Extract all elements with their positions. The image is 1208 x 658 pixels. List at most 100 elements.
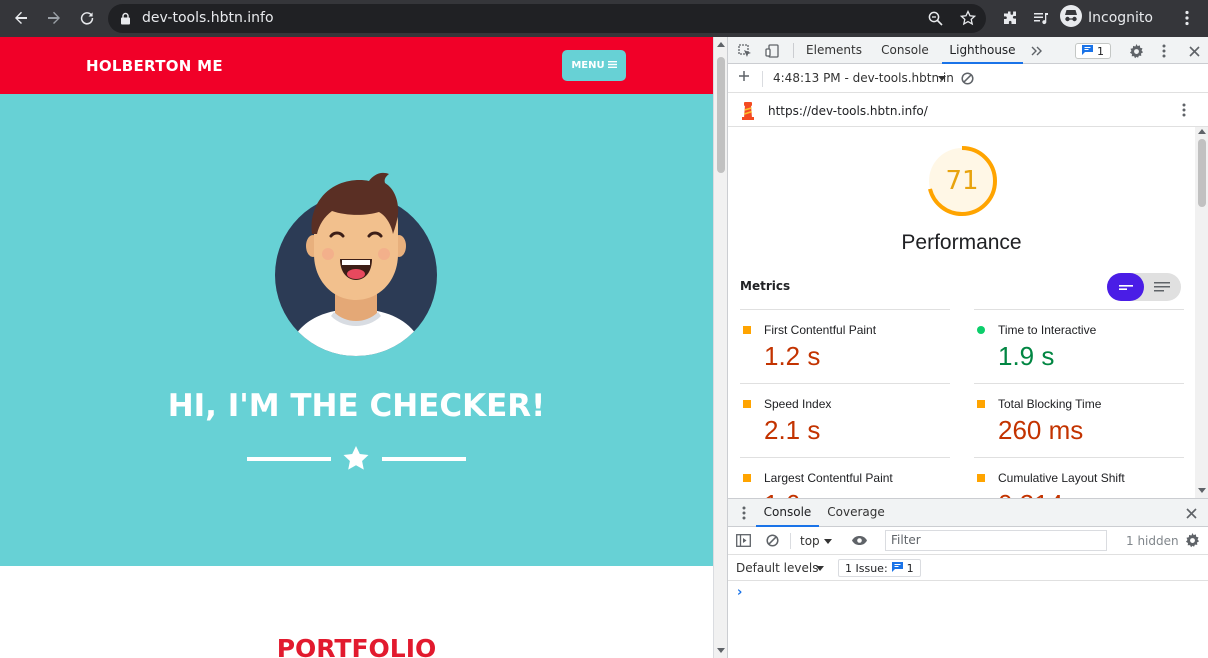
dropdown-arrow-icon[interactable] bbox=[824, 539, 832, 544]
metric-cumulative-layout-shift: Cumulative Layout Shift 0.214 bbox=[974, 457, 1184, 498]
drawer-tab-coverage[interactable]: Coverage bbox=[821, 499, 891, 527]
metric-value: 1.6 s bbox=[764, 489, 820, 498]
scroll-up-icon[interactable] bbox=[1198, 129, 1206, 134]
console-prompt[interactable]: › bbox=[737, 585, 742, 600]
more-tabs-icon[interactable] bbox=[1027, 41, 1047, 61]
incognito-icon bbox=[1060, 5, 1082, 31]
performance-label: Performance bbox=[901, 231, 1022, 254]
drawer-menu-icon[interactable] bbox=[742, 506, 746, 523]
close-devtools-icon[interactable] bbox=[1184, 41, 1204, 61]
issues-count: 1 bbox=[906, 561, 914, 575]
incognito-label: Incognito bbox=[1088, 10, 1153, 26]
report-menu-icon[interactable] bbox=[1182, 103, 1186, 120]
clear-console-icon[interactable] bbox=[766, 534, 779, 550]
device-toolbar-icon[interactable] bbox=[762, 41, 782, 61]
metric-value: 1.2 s bbox=[764, 341, 821, 371]
dropdown-arrow-icon[interactable] bbox=[816, 566, 824, 571]
default-levels-select[interactable]: Default levels bbox=[736, 561, 818, 575]
console-filter-input[interactable]: Filter bbox=[885, 530, 1107, 551]
report-scrollbar[interactable] bbox=[1195, 127, 1208, 498]
tab-console[interactable]: Console bbox=[874, 37, 936, 64]
address-bar[interactable]: dev-tools.hbtn.info bbox=[108, 4, 986, 33]
lock-icon bbox=[120, 12, 131, 30]
issues-badge[interactable]: 1 bbox=[1075, 43, 1111, 59]
new-report-icon[interactable] bbox=[738, 70, 750, 85]
tab-lighthouse[interactable]: Lighthouse bbox=[942, 37, 1023, 64]
page-scrollbar[interactable] bbox=[713, 37, 727, 658]
close-drawer-icon[interactable] bbox=[1186, 508, 1197, 522]
toggle-compact-option[interactable] bbox=[1107, 273, 1144, 301]
console-toolbar: top Filter 1 hidden bbox=[728, 527, 1208, 555]
metric-label: Speed Index bbox=[764, 397, 832, 411]
scroll-down-icon[interactable] bbox=[717, 648, 725, 653]
drawer-tab-bar: Console Coverage bbox=[728, 499, 1208, 527]
average-square-icon bbox=[743, 400, 751, 408]
inspect-element-icon[interactable] bbox=[735, 41, 755, 61]
zoom-icon[interactable] bbox=[928, 11, 943, 31]
metric-first-contentful-paint: First Contentful Paint 1.2 s bbox=[740, 309, 950, 383]
avatar-illustration bbox=[275, 172, 437, 356]
dropdown-arrow-icon[interactable] bbox=[938, 76, 946, 81]
console-settings-icon[interactable] bbox=[1185, 533, 1200, 551]
devtools-menu-icon[interactable] bbox=[1154, 41, 1174, 61]
extensions-icon[interactable] bbox=[997, 6, 1023, 30]
live-expression-eye-icon[interactable] bbox=[851, 535, 868, 549]
compact-view-icon bbox=[1119, 285, 1133, 290]
drawer-tab-console[interactable]: Console bbox=[756, 499, 819, 527]
toolbar-divider bbox=[790, 533, 791, 549]
back-icon[interactable] bbox=[8, 6, 34, 30]
metric-total-blocking-time: Total Blocking Time 260 ms bbox=[974, 383, 1184, 457]
hamburger-icon bbox=[607, 60, 617, 72]
media-controls-icon[interactable] bbox=[1028, 6, 1054, 30]
forward-icon[interactable] bbox=[41, 6, 67, 30]
report-select[interactable]: 4:48:13 PM - dev-tools.hbtn.in bbox=[773, 71, 954, 85]
browser-window: dev-tools.hbtn.info Incognito HOLBERTON … bbox=[0, 0, 1208, 658]
hidden-messages-count: 1 hidden bbox=[1126, 534, 1179, 548]
site-brand[interactable]: HOLBERTON ME bbox=[86, 57, 223, 75]
metrics-title: Metrics bbox=[740, 279, 791, 293]
hero-title: HI, I'M THE CHECKER! bbox=[167, 388, 546, 424]
scroll-down-icon[interactable] bbox=[1198, 488, 1206, 493]
lighthouse-logo-icon bbox=[740, 102, 756, 123]
incognito-indicator[interactable]: Incognito bbox=[1060, 5, 1153, 31]
clear-reports-icon[interactable] bbox=[961, 72, 974, 88]
devtools-tab-bar: Elements Console Lighthouse 1 bbox=[728, 37, 1208, 64]
star-icon bbox=[343, 446, 369, 476]
scroll-up-icon[interactable] bbox=[717, 42, 725, 47]
average-square-icon bbox=[743, 326, 751, 334]
issue-icon bbox=[891, 561, 903, 575]
reload-icon[interactable] bbox=[74, 6, 100, 30]
settings-gear-icon[interactable] bbox=[1126, 41, 1146, 61]
metric-speed-index: Speed Index 2.1 s bbox=[740, 383, 950, 457]
issues-count: 1 bbox=[1097, 44, 1104, 58]
bookmark-star-icon[interactable] bbox=[959, 9, 977, 31]
pass-circle-icon bbox=[977, 326, 985, 334]
site-header: HOLBERTON ME MENU bbox=[0, 37, 713, 94]
divider-right bbox=[382, 457, 466, 461]
menu-button[interactable]: MENU bbox=[562, 50, 626, 81]
lighthouse-report: 71 Performance Metrics First Contentful … bbox=[728, 127, 1195, 498]
metric-label: First Contentful Paint bbox=[764, 323, 877, 337]
tab-elements[interactable]: Elements bbox=[800, 37, 868, 64]
sidebar-toggle-icon[interactable] bbox=[736, 534, 751, 550]
devtools-panel: Elements Console Lighthouse 1 4:48:13 PM… bbox=[727, 37, 1208, 658]
metric-label: Cumulative Layout Shift bbox=[998, 471, 1125, 485]
page-scroll-thumb[interactable] bbox=[717, 57, 725, 173]
metric-largest-contentful-paint: Largest Contentful Paint 1.6 s bbox=[740, 457, 950, 498]
toolbar-divider bbox=[793, 43, 794, 58]
console-issues-button[interactable]: 1 Issue: 1 bbox=[838, 559, 921, 577]
metric-value: 2.1 s bbox=[764, 415, 821, 445]
browser-toolbar: dev-tools.hbtn.info Incognito bbox=[0, 0, 1208, 37]
menu-label: MENU bbox=[571, 60, 605, 71]
average-square-icon bbox=[977, 400, 985, 408]
metric-value: 0.214 bbox=[998, 489, 1063, 498]
context-select[interactable]: top bbox=[800, 534, 820, 548]
browser-menu-icon[interactable] bbox=[1174, 6, 1200, 30]
report-scroll-thumb[interactable] bbox=[1198, 139, 1206, 207]
expanded-view-icon[interactable] bbox=[1154, 281, 1170, 293]
metrics-view-toggle[interactable] bbox=[1107, 273, 1181, 301]
report-url-bar: https://dev-tools.hbtn.info/ bbox=[728, 94, 1208, 127]
metric-time-to-interactive: Time to Interactive 1.9 s bbox=[974, 309, 1184, 383]
console-drawer: Console Coverage top Filter 1 hidden Def… bbox=[728, 498, 1208, 658]
hero-section: HI, I'M THE CHECKER! bbox=[0, 94, 713, 566]
